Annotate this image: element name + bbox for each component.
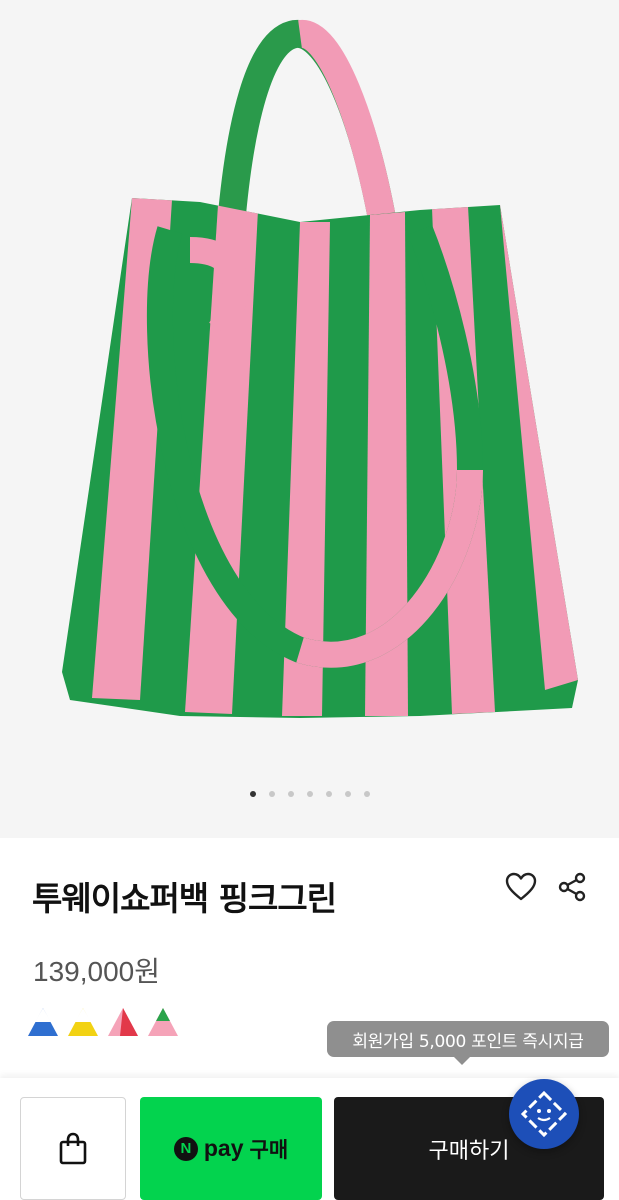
pagination-dot[interactable] — [325, 791, 332, 797]
color-swatch-green[interactable] — [146, 1004, 180, 1038]
pagination-dot[interactable] — [344, 791, 351, 797]
shopping-bag-icon — [59, 1132, 87, 1164]
color-swatch-red[interactable] — [106, 1004, 140, 1038]
share-icon[interactable] — [557, 872, 587, 902]
naver-pay-logo-icon: N — [173, 1136, 198, 1161]
promo-text: 회원가입 5,000 포인트 즉시지급 — [352, 1031, 584, 1052]
color-options[interactable] — [26, 1004, 180, 1038]
gallery-pagination[interactable] — [0, 791, 619, 797]
product-price: 139,000원 — [33, 956, 160, 987]
naver-pay-button[interactable]: N pay 구매 — [140, 1097, 322, 1200]
heart-icon[interactable] — [505, 872, 537, 902]
color-swatch-blue[interactable] — [26, 1004, 60, 1038]
pagination-dot[interactable] — [363, 791, 370, 797]
cart-button[interactable] — [20, 1097, 126, 1200]
pagination-dot[interactable] — [268, 791, 275, 797]
chat-bot-icon[interactable] — [509, 1079, 579, 1149]
product-image — [62, 20, 578, 718]
pagination-dot[interactable] — [306, 791, 313, 797]
product-image-gallery[interactable] — [0, 0, 619, 838]
buy-now-label: 구매하기 — [428, 1138, 510, 1164]
pagination-dot[interactable] — [287, 791, 294, 797]
product-title: 투웨이쇼퍼백 핑크그린 — [32, 879, 337, 918]
signup-promo-tooltip: 회원가입 5,000 포인트 즉시지급 — [327, 1021, 609, 1065]
naver-pay-label: pay — [203, 1135, 244, 1161]
color-swatch-yellow[interactable] — [66, 1004, 100, 1038]
naver-pay-buy-label: 구매 — [249, 1137, 289, 1162]
pagination-dot-active[interactable] — [249, 791, 256, 797]
